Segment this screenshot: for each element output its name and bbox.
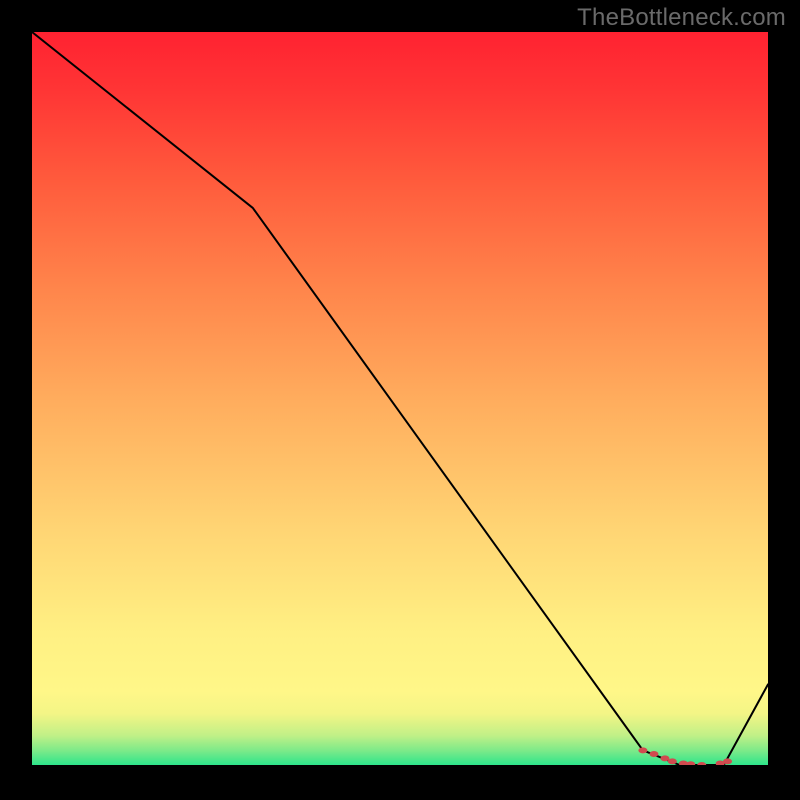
chart-marker — [638, 747, 647, 753]
chart-frame: TheBottleneck.com — [0, 0, 800, 800]
chart-marker — [649, 751, 658, 757]
chart-plot-area — [32, 32, 768, 765]
chart-marker — [668, 758, 677, 764]
chart-marker — [723, 758, 732, 764]
chart-svg — [32, 32, 768, 765]
chart-background — [32, 32, 768, 765]
watermark-label: TheBottleneck.com — [577, 4, 786, 32]
